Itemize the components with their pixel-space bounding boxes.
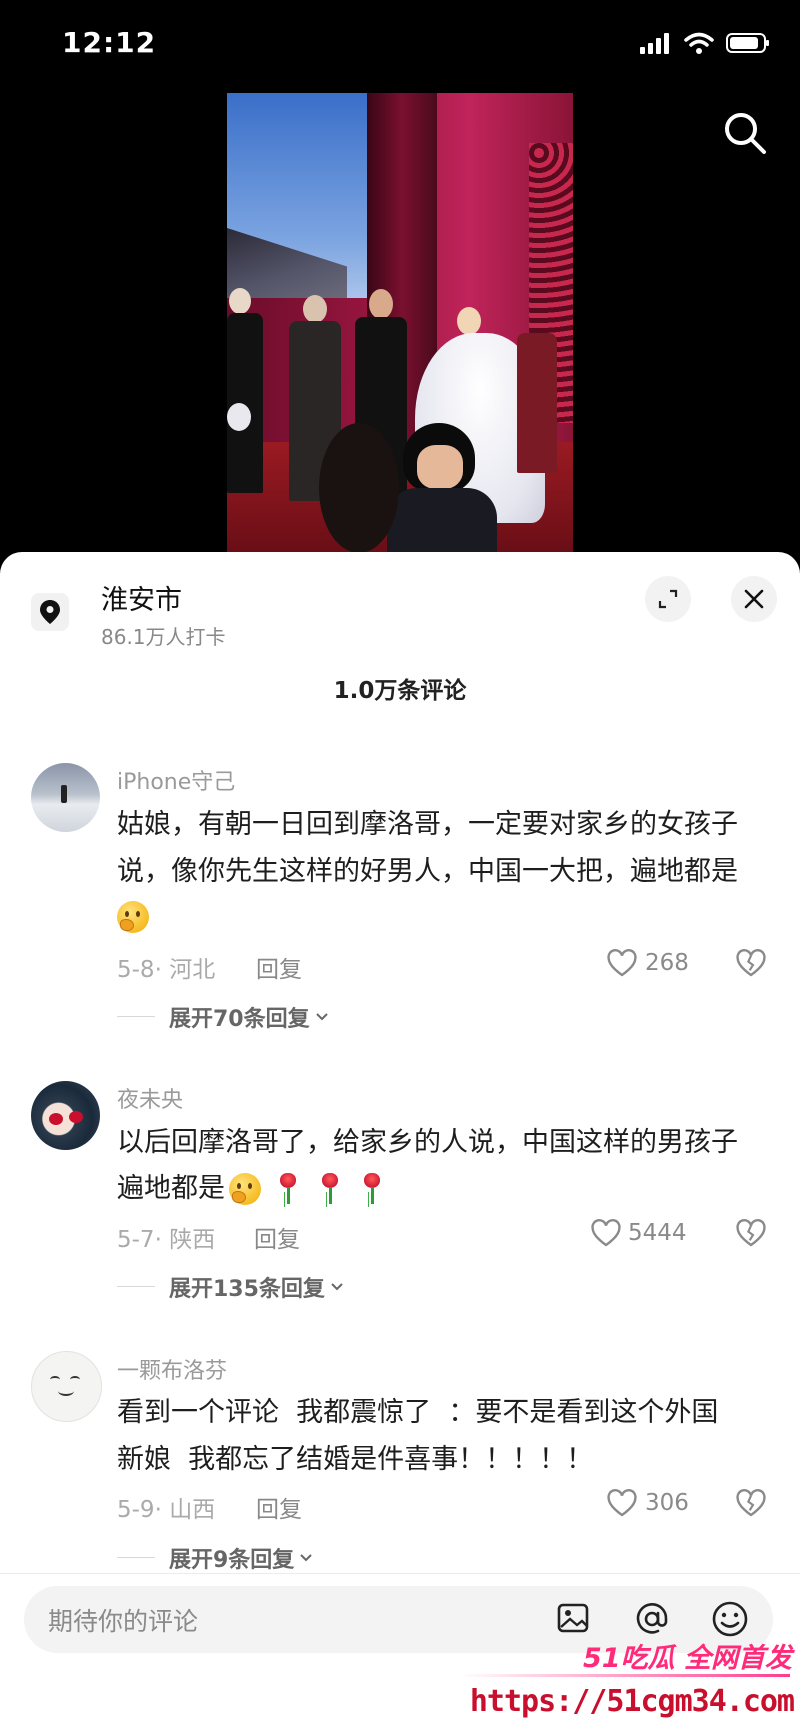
bride-head [457, 307, 481, 335]
comment-count: 1.0万条评论 [333, 678, 467, 704]
expand-replies-button[interactable]: 展开9条回复 [169, 1542, 314, 1574]
emoji-icon[interactable] [710, 1599, 750, 1639]
thinking-face-emoji [229, 1173, 261, 1205]
signal-icon [640, 33, 669, 54]
child-body [387, 488, 497, 552]
elder-head [303, 295, 327, 323]
rose-emoji [275, 1173, 301, 1205]
wifi-icon [684, 32, 714, 54]
watermark-brand: 51吃瓜 全网首发 [583, 1643, 792, 1674]
location-checkins: 86.1万人打卡 [101, 625, 226, 649]
reply-button[interactable]: 回复 [254, 1220, 300, 1254]
rose-emoji [317, 1173, 343, 1205]
status-time: 12:12 [62, 26, 157, 59]
comment-emoji-line [117, 901, 155, 933]
comment-text-line-with-emoji: 遍地都是 [117, 1172, 393, 1206]
comment-input[interactable] [46, 1598, 530, 1644]
comment-text-line: 以后回摩洛哥了，给家乡的人说，中国这样的男孩子 [117, 1127, 738, 1158]
comment-date-region: 5-8· 河北 [117, 957, 216, 983]
comment-text-line: 说，像你先生这样的好男人，中国一大把，遍地都是 [117, 856, 738, 887]
location-pin-icon [31, 593, 69, 631]
comment-date-region: 5-7· 陕西 [117, 1227, 216, 1253]
person-head [229, 288, 251, 314]
expand-replies-button[interactable]: 展开135条回复 [169, 1271, 345, 1303]
chevron-down-icon [300, 1554, 313, 1562]
reply-button[interactable]: 回复 [256, 950, 302, 984]
reply-button[interactable]: 回复 [256, 1490, 302, 1524]
comment-username[interactable]: 夜未央 [117, 1082, 183, 1114]
divider [117, 1286, 155, 1287]
like-count: 306 [645, 1490, 689, 1516]
comment-text-line: 新娘 我都忘了结婚是件喜事！！！！！ [117, 1444, 594, 1475]
comment-text-line: 看到一个评论 我都震惊了 ：要不是看到这个外国 [117, 1397, 719, 1428]
watermark-streak [460, 1674, 790, 1677]
battery-icon [726, 33, 769, 53]
expand-replies-label: 展开70条回复 [169, 1007, 310, 1032]
avatar[interactable] [31, 763, 100, 832]
avatar-eye [50, 1376, 60, 1383]
close-icon [744, 589, 764, 609]
image-icon[interactable] [555, 1599, 595, 1639]
watermark-url: https://51cgm34.com [469, 1684, 795, 1719]
status-icons [640, 32, 770, 54]
avatar[interactable] [31, 1351, 102, 1422]
chevron-down-icon [315, 1013, 328, 1021]
comment-date-region: 5-9· 山西 [117, 1497, 216, 1523]
chevron-down-icon [331, 1283, 343, 1291]
dislike-icon[interactable] [735, 1488, 767, 1518]
avatar-mouth [58, 1386, 74, 1396]
expand-replies-button[interactable]: 展开70条回复 [169, 1001, 330, 1033]
comment-text-line: 姑娘，有朝一日回到摩洛哥，一定要对家乡的女孩子 [117, 809, 738, 840]
balloon [227, 403, 251, 431]
rose-emoji [359, 1173, 385, 1205]
comment-username[interactable]: 一颗布洛芬 [117, 1353, 227, 1385]
location-name[interactable]: 淮安市 [101, 578, 182, 617]
guest-figure [517, 333, 557, 473]
avatar-figure [61, 785, 67, 803]
child-face [417, 445, 463, 489]
foreground-head [319, 423, 399, 552]
groom-head [369, 289, 393, 319]
avatar-eye [69, 1111, 83, 1123]
divider [117, 1557, 155, 1558]
close-button[interactable] [731, 576, 777, 622]
video-thumbnail[interactable] [227, 93, 573, 552]
comment-username[interactable]: iPhone守己 [117, 764, 235, 796]
person-figure [227, 313, 263, 493]
like-count: 268 [645, 950, 689, 976]
like-count: 5444 [628, 1220, 687, 1246]
search-icon[interactable] [722, 110, 768, 156]
heart-icon[interactable] [606, 948, 638, 978]
avatar-eye [49, 1113, 63, 1125]
expand-replies-label: 展开135条回复 [169, 1277, 325, 1302]
expand-icon [658, 589, 678, 609]
avatar[interactable] [31, 1081, 100, 1150]
avatar-eye [70, 1376, 80, 1383]
heart-icon[interactable] [606, 1488, 638, 1518]
thinking-face-emoji [117, 901, 149, 933]
dislike-icon[interactable] [735, 1218, 767, 1248]
expand-replies-label: 展开9条回复 [169, 1548, 295, 1573]
expand-button[interactable] [645, 576, 691, 622]
heart-icon[interactable] [590, 1218, 622, 1248]
comment-text-line: 遍地都是 [117, 1173, 225, 1204]
divider [117, 1016, 155, 1017]
at-icon[interactable] [632, 1599, 672, 1639]
dislike-icon[interactable] [735, 948, 767, 978]
